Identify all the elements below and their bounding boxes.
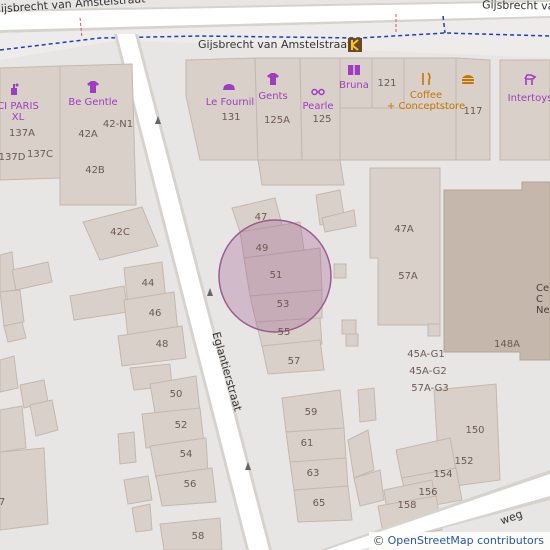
house-number: 55 (277, 327, 291, 338)
building (257, 159, 345, 186)
house-number: 137A (9, 128, 35, 139)
building (427, 323, 441, 337)
house-number: 49 (255, 243, 269, 254)
map-viewport[interactable]: Gijsbrecht van Amstelstraat Gijsbrecht v… (0, 0, 550, 550)
poi-label: Pearle (302, 101, 334, 112)
poi-label: Coffee + Conceptstore (386, 90, 466, 112)
poi-label: CI PARIS XL (0, 101, 39, 123)
house-number: 42A (78, 129, 98, 140)
house-number: 65 (312, 498, 326, 509)
house-number: 154 (433, 469, 453, 480)
house-number: 158 (397, 500, 417, 511)
house-number: 46 (148, 308, 162, 319)
house-number: 57A (398, 271, 418, 282)
perfume-icon (11, 83, 19, 95)
house-number: 42B (85, 165, 105, 176)
poi-label: Be Gentle (68, 97, 118, 108)
building (11, 261, 53, 291)
building (357, 387, 377, 423)
house-number: 61 (300, 438, 314, 449)
house-number: 63 (306, 468, 320, 479)
house-number: 121 (377, 78, 397, 89)
house-number: 152 (454, 456, 474, 467)
building (341, 319, 357, 335)
house-number: 125 (312, 114, 332, 125)
house-number: 125A (264, 115, 290, 126)
house-number: 48 (155, 339, 169, 350)
building (0, 447, 49, 531)
house-number: 56 (183, 479, 197, 490)
building (333, 263, 347, 279)
house-number: 54 (179, 449, 193, 460)
house-number: 117 (463, 106, 483, 117)
burger-icon (462, 75, 474, 84)
poi-label: Bruna (339, 80, 369, 91)
house-number: 148A (494, 339, 520, 350)
street-label: Gijsbrecht va (481, 0, 550, 13)
building (0, 355, 19, 393)
landmark-icon (348, 38, 362, 52)
building (0, 289, 25, 327)
house-number: 156 (418, 487, 438, 498)
house-number: 59 (304, 407, 318, 418)
house-number: 42C (110, 227, 130, 238)
building (0, 405, 27, 453)
copyright-symbol: © (372, 534, 385, 548)
building (69, 285, 129, 321)
house-number: 44 (141, 278, 155, 289)
house-number: 57A-G3 (411, 383, 449, 394)
osm-attribution-link[interactable]: OpenStreetMap contributors (388, 532, 544, 550)
building (369, 167, 441, 326)
building (347, 429, 375, 479)
building (117, 431, 137, 465)
house-number: 137C (26, 149, 54, 160)
building (131, 503, 153, 533)
house-number: 53 (276, 299, 290, 310)
house-number: 45A-G1 (407, 349, 445, 360)
building (185, 57, 259, 161)
building (345, 333, 359, 347)
shirt-icon (267, 73, 279, 85)
book-icon (348, 65, 360, 75)
house-number: 52 (174, 420, 188, 431)
poi-label: Le Fournil (205, 97, 255, 108)
building (339, 107, 457, 161)
house-number: 58 (191, 531, 205, 542)
house-number: 7 (0, 497, 6, 508)
glasses-icon (311, 88, 325, 96)
house-number: 42-N1 (102, 119, 134, 130)
house-number: 45A-G2 (409, 366, 447, 377)
poi-label: Ce C Ne (536, 283, 550, 316)
landmark-building (443, 181, 550, 361)
building (123, 475, 153, 505)
house-number: 47 (254, 212, 268, 223)
bread-icon (223, 84, 235, 90)
shirt-icon (87, 81, 99, 93)
house-number: 51 (269, 270, 283, 281)
toy-horse-icon (524, 74, 537, 85)
map-attribution: © OpenStreetMap contributors (368, 532, 550, 550)
house-number: 50 (169, 389, 183, 400)
building (285, 427, 347, 463)
street-label: Gijsbrecht van Amstelstraat (198, 38, 352, 51)
house-number: 131 (221, 112, 241, 123)
house-number: 137D (0, 152, 26, 163)
house-number: 150 (465, 425, 485, 436)
building (29, 399, 59, 437)
cutlery-icon (422, 72, 431, 85)
building (3, 321, 27, 343)
poi-label: Intertoys (507, 93, 550, 104)
oneway-arrow-icon (207, 288, 213, 296)
house-number: 47A (394, 224, 414, 235)
house-number: 57 (287, 356, 301, 367)
poi-label: Gents (258, 91, 288, 102)
